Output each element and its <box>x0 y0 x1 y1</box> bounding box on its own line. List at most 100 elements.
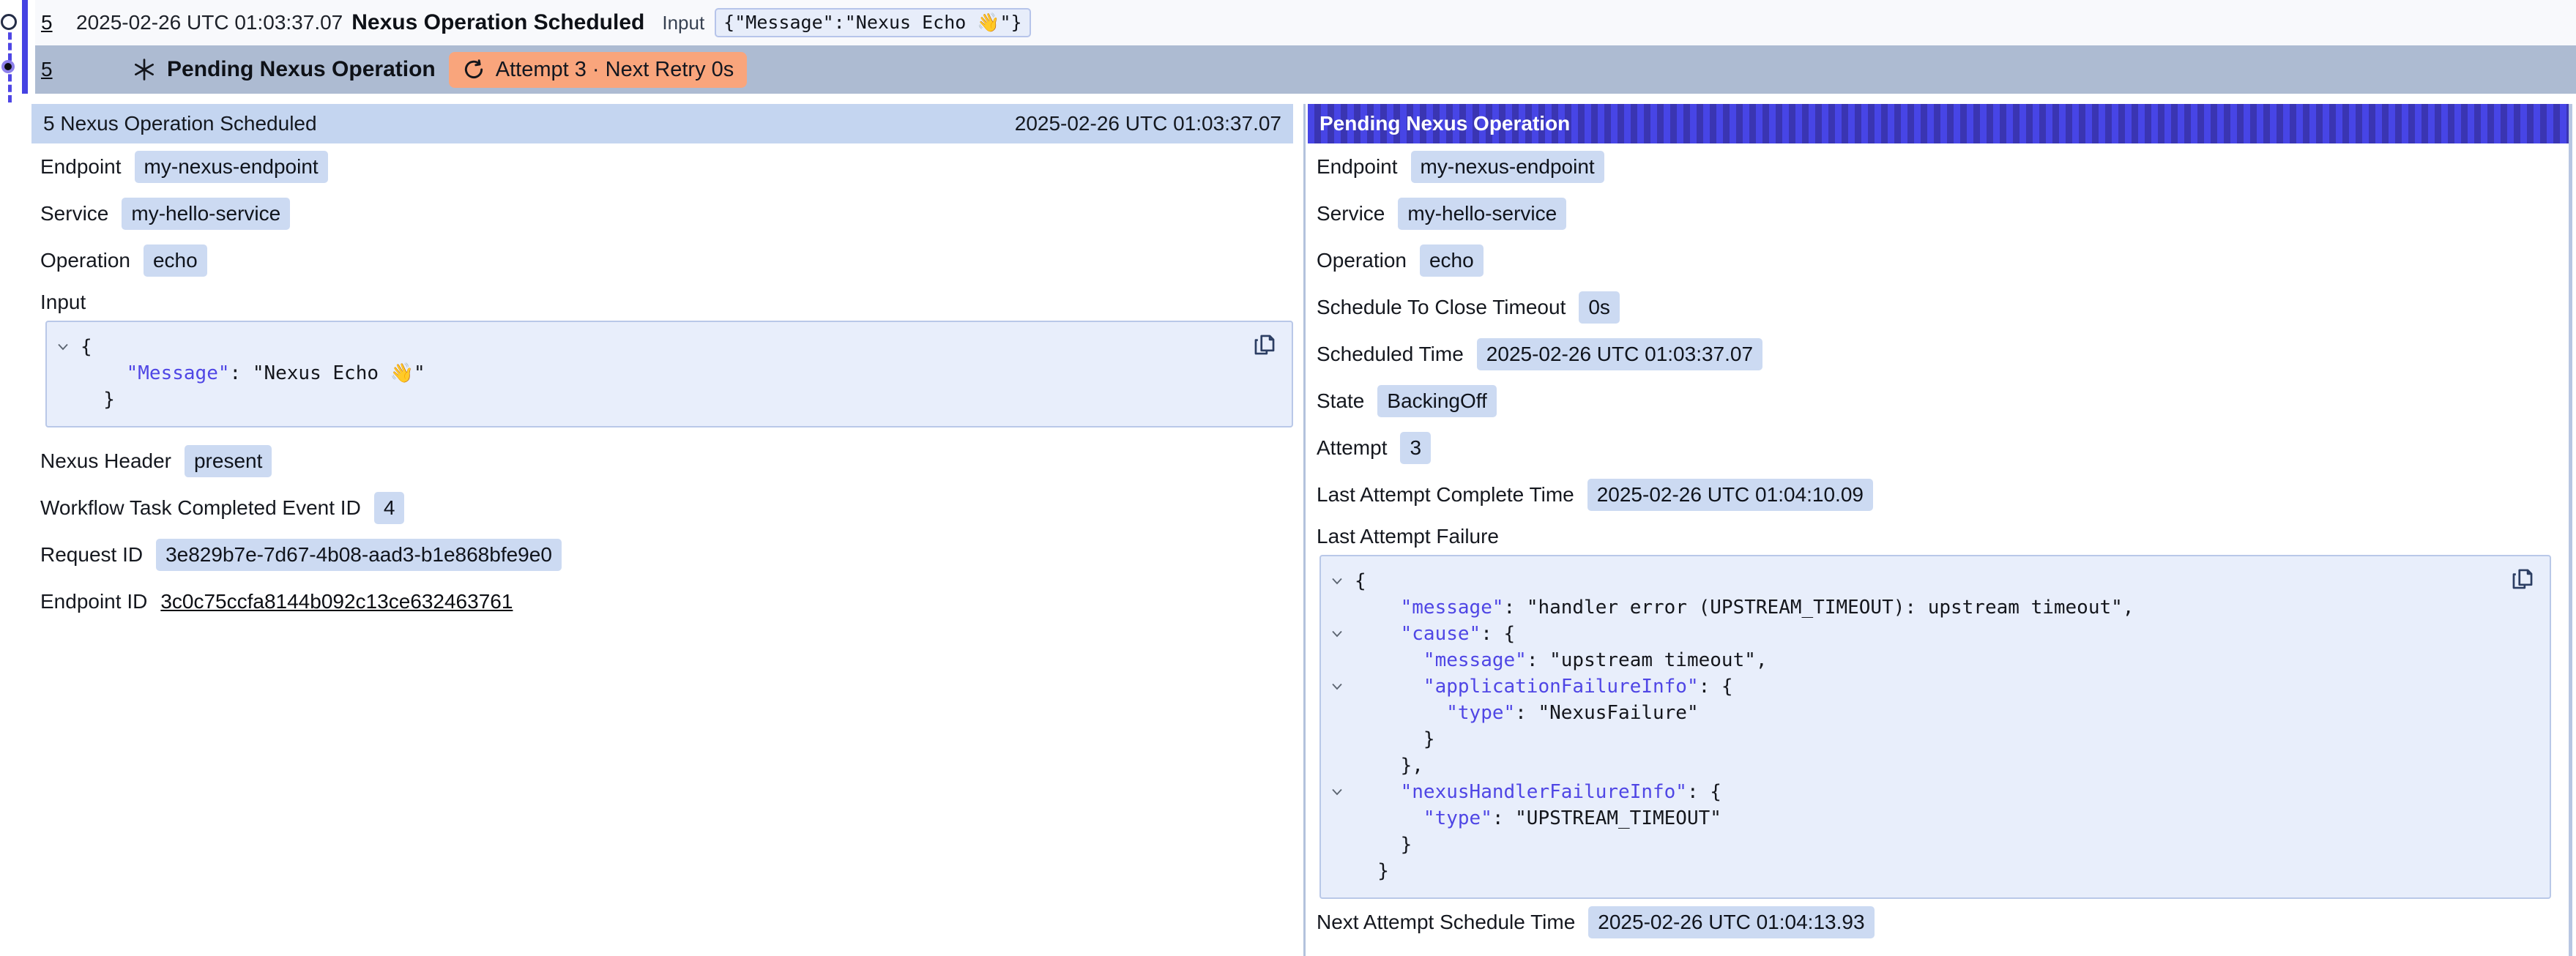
field-value-badge: 2025-02-26 UTC 01:04:13.93 <box>1588 906 1874 938</box>
field-label: Operation <box>1317 249 1407 272</box>
field-row: Endpoint my-nexus-endpoint <box>31 143 1293 190</box>
field-value-badge: echo <box>144 244 207 277</box>
code-line-text: "type": "UPSTREAM_TIMEOUT" <box>1355 805 1721 832</box>
code-line-text: } <box>1355 858 1389 884</box>
field-label: Schedule To Close Timeout <box>1317 296 1566 319</box>
panel-right-header: Pending Nexus Operation <box>1308 104 2569 143</box>
field-row: Schedule To Close Timeout 0s <box>1308 284 2569 331</box>
right-fields-top: Endpoint my-nexus-endpoint Service my-hello… <box>1308 143 2569 518</box>
code-line-text: { <box>1355 568 1366 594</box>
code-line-text: } <box>1355 726 1435 753</box>
collapse-chevron-icon[interactable] <box>1328 779 1355 805</box>
code-line-text: "message": "handler error (UPSTREAM_TIME… <box>1355 594 2134 621</box>
event-row-pending-nexus-operation[interactable]: 5 Pending Nexus Operation Attempt 3 · Ne… <box>35 45 2576 94</box>
code-gutter <box>1328 858 1355 884</box>
field-row: Endpoint ID 3c0c75ccfa8144b092c13ce632463… <box>31 578 1293 625</box>
collapse-chevron-icon[interactable] <box>1328 673 1355 700</box>
field-label: Endpoint <box>40 155 122 179</box>
field-value-badge: echo <box>1420 244 1484 277</box>
failure-json-viewer: { "message": "handler error (UPSTREAM_TI… <box>1319 555 2551 899</box>
field-label: Next Attempt Schedule Time <box>1317 911 1575 934</box>
field-value-badge: 0s <box>1579 291 1620 324</box>
field-row: Request ID 3e829b7e-7d67-4b08-aad3-b1e868… <box>31 531 1293 578</box>
field-row: Attempt 3 <box>1308 425 2569 471</box>
field-value-badge: present <box>185 445 272 477</box>
retry-icon <box>462 58 485 81</box>
field-row: StateBackingOff <box>1308 378 2569 425</box>
code-line-text: }, <box>1355 753 1423 779</box>
field-value-badge: 2025-02-26 UTC 01:03:37.07 <box>1477 338 1762 370</box>
field-label: Service <box>40 202 108 225</box>
collapse-chevron-icon[interactable] <box>54 334 81 360</box>
code-line-text: { <box>81 334 92 360</box>
right-fields-bottom: Next Attempt Schedule Time 2025-02-26 UTC… <box>1308 899 2569 946</box>
field-value-badge: my-nexus-endpoint <box>135 151 328 183</box>
pending-asterisk-icon <box>132 57 157 82</box>
timeline-active-bar <box>22 0 28 94</box>
field-value-badge: 3 <box>1400 432 1431 464</box>
panel-left-header: 5 Nexus Operation Scheduled 2025-02-26 U… <box>31 104 1293 143</box>
field-row: Nexus Header present <box>31 438 1293 485</box>
field-value-badge: BackingOff <box>1377 385 1496 417</box>
event-row-nexus-operation-scheduled[interactable]: 5 2025-02-26 UTC 01:03:37.07 Nexus Opera… <box>35 0 2576 45</box>
field-value-badge: my-hello-service <box>122 198 290 230</box>
input-section-label: Input <box>31 284 1293 321</box>
field-label: Request ID <box>40 543 143 567</box>
left-fields-bottom: Nexus Header present Workflow Task Complet… <box>31 438 1293 625</box>
panel-right-title: Pending Nexus Operation <box>1319 112 1570 135</box>
timeline-node-selected-icon[interactable] <box>1 60 15 73</box>
code-line-text: "Message": "Nexus Echo 👋" <box>81 360 425 386</box>
field-value-link[interactable]: 3c0c75ccfa8144b092c13ce632463761 <box>160 590 513 613</box>
code-gutter <box>1328 832 1355 858</box>
field-label: Operation <box>40 249 130 272</box>
field-label: Endpoint <box>1317 155 1398 179</box>
event-timestamp: 2025-02-26 UTC 01:03:37.07 <box>76 11 343 34</box>
timeline-node-open-icon[interactable] <box>1 14 17 30</box>
code-line-text: } <box>81 386 115 413</box>
retry-status-badge: Attempt 3 · Next Retry 0s <box>449 52 748 88</box>
field-value-badge: 3e829b7e-7d67-4b08-aad3-b1e868bfe9e0 <box>156 539 562 571</box>
retry-badge-text: Attempt 3 · Next Retry 0s <box>496 58 734 82</box>
code-gutter <box>1328 594 1355 621</box>
code-line-text: "type": "NexusFailure" <box>1355 700 1699 726</box>
panel-left-timestamp: 2025-02-26 UTC 01:03:37.07 <box>1015 112 1281 135</box>
field-row: Next Attempt Schedule Time 2025-02-26 UTC… <box>1308 899 2569 946</box>
field-label: Endpoint ID <box>40 590 147 613</box>
code-gutter <box>1328 726 1355 753</box>
field-row: Operation echo <box>31 237 1293 284</box>
field-value-badge: my-hello-service <box>1398 198 1566 230</box>
field-label: Attempt <box>1317 436 1387 460</box>
panel-nexus-operation-scheduled: 5 Nexus Operation Scheduled 2025-02-26 U… <box>31 104 1293 625</box>
code-line-text: "nexusHandlerFailureInfo": { <box>1355 779 1721 805</box>
event-title: Pending Nexus Operation <box>167 57 436 82</box>
left-fields-top: Endpoint my-nexus-endpoint Service my-hello… <box>31 143 1293 284</box>
collapse-chevron-icon[interactable] <box>1328 568 1355 594</box>
event-title: Nexus Operation Scheduled <box>351 10 644 35</box>
field-row: Scheduled Time2025-02-26 UTC 01:03:37.07 <box>1308 331 2569 378</box>
code-line-text: "message": "upstream timeout", <box>1355 647 1768 673</box>
collapse-chevron-icon[interactable] <box>1328 621 1355 647</box>
event-id-link[interactable]: 5 <box>41 58 56 81</box>
field-row: Workflow Task Completed Event ID4 <box>31 485 1293 531</box>
field-row: Operation echo <box>1308 237 2569 284</box>
code-gutter <box>1328 805 1355 832</box>
code-gutter <box>1328 753 1355 779</box>
field-value-badge: my-nexus-endpoint <box>1411 151 1604 183</box>
code-line-text: } <box>1355 832 1412 858</box>
copy-button[interactable] <box>1252 332 1277 357</box>
field-label: Last Attempt Complete Time <box>1317 483 1574 507</box>
copy-button[interactable] <box>2510 567 2535 591</box>
field-value-badge: 2025-02-26 UTC 01:04:10.09 <box>1587 479 1873 511</box>
field-label: Service <box>1317 202 1385 225</box>
input-inline-label: Input <box>662 12 704 34</box>
field-label: Nexus Header <box>40 449 171 473</box>
code-gutter <box>1328 647 1355 673</box>
field-row: Endpoint my-nexus-endpoint <box>1308 143 2569 190</box>
event-id-link[interactable]: 5 <box>41 11 56 34</box>
field-label: Workflow Task Completed Event ID <box>40 496 361 520</box>
code-gutter <box>1328 700 1355 726</box>
input-preview-badge: {"Message":"Nexus Echo 👋"} <box>715 8 1030 37</box>
failure-section-label: Last Attempt Failure <box>1308 518 2569 555</box>
code-gutter <box>54 386 81 413</box>
scrollbar-track[interactable] <box>2569 104 2572 956</box>
